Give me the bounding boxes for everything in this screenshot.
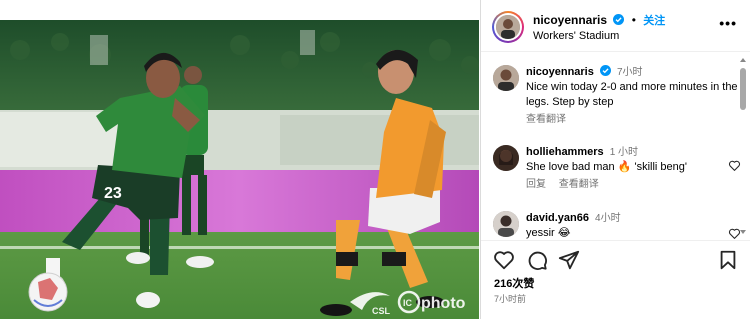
- post-side-panel: nicoyennaris • 关注 Workers' Stadium ••• n…: [480, 0, 750, 319]
- comment-avatar[interactable]: [493, 211, 519, 237]
- photo-watermark: photo: [421, 295, 466, 312]
- football-photo: 23 CSL IC photo: [0, 20, 479, 319]
- share-icon[interactable]: [558, 249, 580, 271]
- post-location[interactable]: Workers' Stadium: [533, 30, 619, 42]
- author-avatar[interactable]: [492, 11, 524, 43]
- comment-username[interactable]: holliehammers: [526, 146, 604, 158]
- reply-link[interactable]: 回复: [526, 179, 546, 190]
- comment-icon[interactable]: [526, 249, 548, 271]
- comment-text: yessir 😂: [526, 227, 571, 239]
- comment-time: 4小时: [595, 213, 621, 224]
- scrollbar-thumb[interactable]: [740, 68, 746, 110]
- comment-username[interactable]: nicoyennaris: [526, 66, 594, 78]
- scroll-up-arrow-icon[interactable]: [740, 58, 746, 62]
- comment-avatar[interactable]: [493, 65, 519, 91]
- comment-time: 7小时: [616, 67, 643, 78]
- post-actions-bar: [481, 240, 750, 278]
- author-line: nicoyennaris • 关注: [533, 12, 665, 28]
- see-translation-link[interactable]: 查看翻译: [526, 114, 566, 125]
- comment-time: 1 小时: [609, 147, 639, 158]
- ic-watermark: IC: [403, 298, 413, 308]
- author-username[interactable]: nicoyennaris: [533, 13, 607, 27]
- like-comment-heart-icon[interactable]: [728, 159, 741, 172]
- post-timestamp: 7小时前: [494, 294, 527, 304]
- verified-badge-icon: [599, 65, 611, 76]
- bookmark-icon[interactable]: [717, 249, 739, 271]
- comment-text: She love bad man 🔥 'skilli beng': [526, 161, 687, 173]
- comments-list: nicoyennaris 7小时 Nice win today 2-0 and …: [481, 53, 750, 239]
- csl-watermark: CSL: [372, 306, 391, 316]
- likes-count[interactable]: 216次赞: [494, 275, 534, 291]
- more-options-icon[interactable]: •••: [719, 16, 737, 30]
- jersey-number: 23: [104, 185, 122, 202]
- comment-avatar[interactable]: [493, 145, 519, 171]
- post-photo[interactable]: 23 CSL IC photo: [0, 20, 479, 319]
- post-header: nicoyennaris • 关注 Workers' Stadium •••: [481, 0, 750, 52]
- heart-icon[interactable]: [493, 249, 515, 271]
- scroll-down-arrow-icon[interactable]: [740, 230, 746, 234]
- verified-badge-icon: [613, 14, 625, 25]
- ball-icon: [28, 272, 68, 312]
- follow-button[interactable]: 关注: [643, 15, 665, 27]
- comment-username[interactable]: david.yan66: [526, 212, 589, 224]
- comment-text: Nice win today 2-0 and more minutes in t…: [526, 81, 738, 108]
- separator-dot: •: [631, 13, 636, 27]
- see-translation-link[interactable]: 查看翻译: [559, 179, 599, 190]
